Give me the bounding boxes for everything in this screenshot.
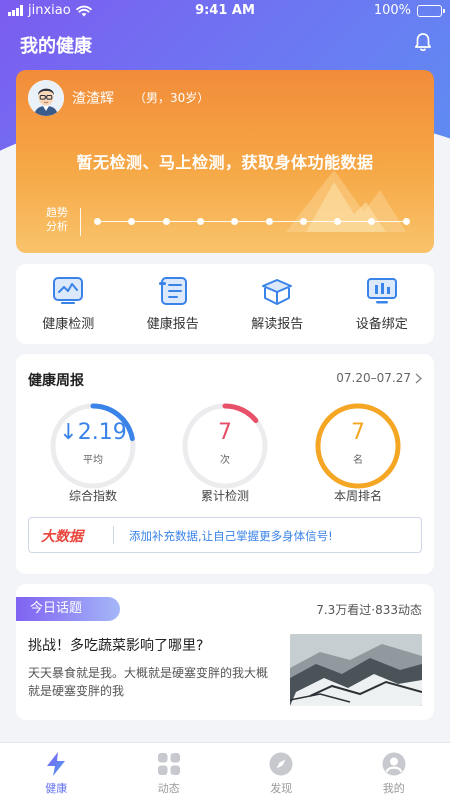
gauge-caption: 累计检测 [200,489,249,503]
gauge-unit: 平均 [83,455,103,466]
quick-actions: 健康检测 健康报告 解读报告 设备绑定 [16,264,434,344]
trend-dot [196,218,204,225]
trend-dot [299,218,307,225]
gauge-composite-index[interactable]: ↓2.19 平均 [47,400,139,492]
page-title: 我的健康 [20,36,92,57]
health-check-label: 健康检测 [42,317,95,332]
trend-dot [265,218,273,225]
gauge-unit: 名 [353,455,363,466]
trend-dot [128,218,136,225]
device-bind-icon [366,278,397,304]
topic-thumbnail[interactable] [290,634,422,706]
tab-label: 发现 [270,782,293,795]
interpret-report-icon [262,279,293,305]
gauge-caption: 综合指数 [68,489,117,503]
gauge-test-count[interactable]: 7 次 [179,400,271,492]
tab-label: 动态 [157,782,180,795]
trend-dot [94,218,101,225]
battery-percent: 100% [373,3,411,18]
weekly-report-card: 健康周报 07.20–07.27 ↓2.19 平均 综合指数 7 次 累计检测 … [16,354,434,574]
avatar[interactable] [28,80,64,116]
gauge-caption: 本周排名 [333,489,382,503]
profile-icon [382,752,406,776]
compass-icon [269,752,293,776]
gauge-unit: 次 [220,455,230,466]
bigdata-divider [113,526,114,544]
trend-line [95,221,407,222]
weekly-date-range[interactable]: 07.20–07.27 [336,371,422,385]
today-topic-card[interactable]: 今日话题 7.3万看过·833动态 挑战！多吃蔬菜影响了哪里? 天天暴食就是我。… [16,584,434,720]
device-bind-label: 设备绑定 [355,317,408,332]
health-check-icon [53,277,84,304]
grid-icon [157,753,180,775]
tab-label: 我的 [382,782,405,795]
bell-icon[interactable] [412,31,434,53]
health-report-button[interactable]: 健康报告 [121,264,226,344]
user-info: （男，30岁） [134,91,210,105]
gauge-weekly-rank[interactable]: 7 名 [312,400,404,492]
topic-body: 天天暴食就是我。大概就是硬塞变胖的我大概就是硬塞变胖的我 [28,666,269,698]
bigdata-link[interactable]: 添加补充数据,让自己掌握更多身体信号! [129,528,333,544]
topic-badge: 今日话题 [16,597,120,621]
gauge-value: ↓2.19 [59,420,127,445]
interpret-report-label: 解读报告 [251,317,304,332]
tab-label: 健康 [45,782,68,795]
lightning-icon [47,752,66,776]
topic-stats: 7.3万看过·833动态 [316,603,422,617]
health-report-icon [158,277,187,305]
date-range-text: 07.20–07.27 [336,371,411,385]
trend-dot [402,218,410,225]
tab-discover[interactable]: 发现 [225,743,338,800]
health-report-label: 健康报告 [146,317,199,332]
trend-divider [80,208,81,236]
bigdata-banner[interactable]: 大数据 添加补充数据,让自己掌握更多身体信号! [28,517,422,553]
trend-label: 趋势分析 [46,206,68,233]
tab-health[interactable]: 健康 [0,743,113,800]
trend-dot [162,218,170,225]
interpret-report-button[interactable]: 解读报告 [225,264,330,344]
user-name: 渣渣辉 [72,91,114,107]
bigdata-tag: 大数据 [41,529,83,545]
tab-feed[interactable]: 动态 [113,743,226,800]
status-bar: jinxiao 9:41 AM 100% [0,0,450,22]
topic-headline[interactable]: 挑战！多吃蔬菜影响了哪里? [28,635,203,655]
weekly-report-title: 健康周报 [28,373,84,389]
gauge-value: 7 [218,420,232,445]
gauge-value: 7 [351,420,365,445]
tab-mine[interactable]: 我的 [338,743,450,800]
chevron-right-icon [415,372,422,384]
trend-dot [231,218,239,225]
battery-icon [417,4,445,17]
bottom-tab-bar: 健康 动态 发现 我的 [0,742,450,800]
health-status-card[interactable]: 渣渣辉 （男，30岁） 暂无检测、马上检测，获取身体功能数据 趋势分析 [16,70,434,253]
health-check-button[interactable]: 健康检测 [16,264,121,344]
device-bind-button[interactable]: 设备绑定 [330,264,435,344]
